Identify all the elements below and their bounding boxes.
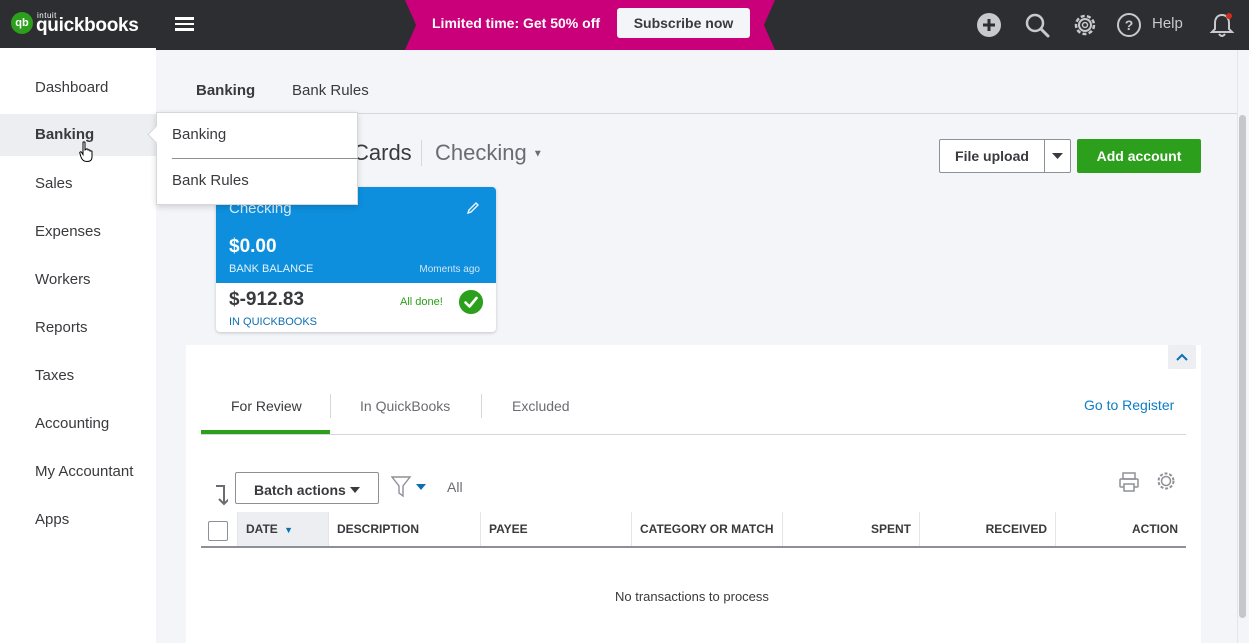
hand-cursor-icon bbox=[79, 141, 93, 163]
table-header: DATE ▼ DESCRIPTION PAYEE CATEGORY OR MAT… bbox=[201, 512, 1186, 548]
tab-in-quickbooks[interactable]: In QuickBooks bbox=[360, 398, 450, 414]
tab-divider bbox=[481, 394, 482, 418]
flyout-divider bbox=[172, 158, 358, 159]
updated-time: Moments ago bbox=[419, 264, 480, 275]
bell-icon[interactable] bbox=[1208, 11, 1236, 39]
check-circle-icon bbox=[459, 290, 483, 314]
filter-value: All bbox=[447, 479, 463, 495]
sub-nav: Banking Bank Rules bbox=[156, 50, 1249, 114]
gear-icon[interactable] bbox=[1156, 471, 1176, 491]
caret-down-icon[interactable] bbox=[1045, 140, 1070, 172]
sidebar-item-accounting[interactable]: Accounting bbox=[0, 403, 156, 445]
filter-icon[interactable] bbox=[391, 476, 431, 498]
scrollbar-thumb[interactable] bbox=[1239, 115, 1246, 618]
file-upload-split-button: File upload bbox=[939, 139, 1071, 173]
column-header-action: ACTION bbox=[1132, 522, 1178, 536]
account-selector[interactable]: Checking ▼ bbox=[435, 140, 543, 166]
column-divider bbox=[631, 512, 632, 546]
sidebar-item-workers[interactable]: Workers bbox=[0, 259, 156, 301]
logo[interactable]: qb intuit quickbooks bbox=[0, 0, 156, 50]
quickbooks-balance-label: IN QUICKBOOKS bbox=[229, 316, 318, 328]
column-header-spent[interactable]: SPENT bbox=[791, 512, 911, 546]
column-divider bbox=[1055, 512, 1056, 546]
help-icon[interactable]: ? bbox=[1115, 11, 1143, 39]
sidebar-item-apps[interactable]: Apps bbox=[0, 499, 156, 541]
tab-excluded[interactable]: Excluded bbox=[512, 398, 570, 414]
banking-flyout-menu: Banking Bank Rules bbox=[156, 112, 358, 205]
caret-down-icon: ▼ bbox=[532, 148, 543, 160]
subscribe-now-button[interactable]: Subscribe now bbox=[617, 8, 750, 38]
tab-banking[interactable]: Banking bbox=[196, 82, 255, 99]
plus-circle-icon[interactable] bbox=[975, 11, 1003, 39]
column-header-date[interactable]: DATE ▼ bbox=[237, 512, 329, 546]
bank-balance-label: BANK BALANCE bbox=[229, 263, 314, 275]
column-header-description[interactable]: DESCRIPTION bbox=[337, 512, 419, 546]
sidebar-item-dashboard[interactable]: Dashboard bbox=[0, 67, 156, 109]
column-divider bbox=[919, 512, 920, 546]
tabs-divider bbox=[201, 434, 1186, 435]
go-to-register-link[interactable]: Go to Register bbox=[1084, 397, 1174, 413]
tab-bank-rules[interactable]: Bank Rules bbox=[292, 82, 369, 99]
search-icon[interactable] bbox=[1023, 11, 1051, 39]
column-divider bbox=[480, 512, 481, 546]
sidebar-item-sales[interactable]: Sales bbox=[0, 163, 156, 205]
batch-actions-button[interactable]: Batch actions bbox=[235, 472, 379, 504]
review-status-text: All done! bbox=[400, 296, 443, 308]
column-header-category[interactable]: CATEGORY OR MATCH bbox=[640, 512, 774, 546]
page-title: Cards bbox=[353, 140, 412, 165]
account-card[interactable]: Checking $0.00 BANK BALANCE Moments ago … bbox=[216, 187, 496, 332]
sort-caret-icon: ▼ bbox=[284, 525, 294, 535]
quickbooks-logo-icon: qb bbox=[11, 12, 33, 34]
add-account-button[interactable]: Add account bbox=[1077, 139, 1201, 173]
caret-down-icon bbox=[350, 487, 360, 493]
flyout-item-banking[interactable]: Banking bbox=[172, 126, 226, 143]
batch-actions-label: Batch actions bbox=[254, 482, 346, 498]
sidebar: Dashboard Banking Sales Expenses Workers… bbox=[0, 50, 156, 643]
arrow-down-icon[interactable] bbox=[212, 484, 228, 506]
sidebar-item-reports[interactable]: Reports bbox=[0, 307, 156, 349]
logo-text: quickbooks bbox=[36, 15, 139, 36]
svg-text:?: ? bbox=[1125, 17, 1134, 33]
column-header-received[interactable]: RECEIVED bbox=[927, 512, 1047, 546]
sidebar-item-banking[interactable]: Banking bbox=[0, 114, 156, 156]
column-divider bbox=[237, 512, 238, 546]
promo-text: Limited time: Get 50% off bbox=[432, 15, 601, 31]
header-divider bbox=[421, 140, 422, 166]
help-label[interactable]: Help bbox=[1152, 15, 1183, 32]
pencil-icon[interactable] bbox=[466, 201, 480, 215]
chevron-up-icon[interactable] bbox=[1168, 345, 1196, 369]
column-date-label: DATE bbox=[246, 522, 278, 536]
gear-icon[interactable] bbox=[1071, 11, 1099, 39]
print-icon[interactable] bbox=[1118, 471, 1140, 493]
account-selector-label: Checking bbox=[435, 140, 527, 165]
select-all-checkbox[interactable] bbox=[208, 521, 228, 541]
menu-icon[interactable] bbox=[175, 14, 195, 34]
tab-divider bbox=[330, 394, 331, 418]
flyout-item-bank-rules[interactable]: Bank Rules bbox=[172, 172, 249, 189]
sidebar-item-taxes[interactable]: Taxes bbox=[0, 355, 156, 397]
column-divider bbox=[782, 512, 783, 546]
column-header-payee[interactable]: PAYEE bbox=[489, 512, 528, 546]
sidebar-item-my-accountant[interactable]: My Accountant bbox=[0, 451, 156, 493]
file-upload-button[interactable]: File upload bbox=[940, 140, 1044, 172]
bank-balance-value: $0.00 bbox=[229, 236, 277, 257]
column-divider bbox=[328, 512, 329, 546]
quickbooks-balance-value: $-912.83 bbox=[229, 289, 305, 310]
sidebar-item-expenses[interactable]: Expenses bbox=[0, 211, 156, 253]
tab-for-review[interactable]: For Review bbox=[231, 398, 302, 414]
empty-state-message: No transactions to process bbox=[615, 589, 769, 604]
